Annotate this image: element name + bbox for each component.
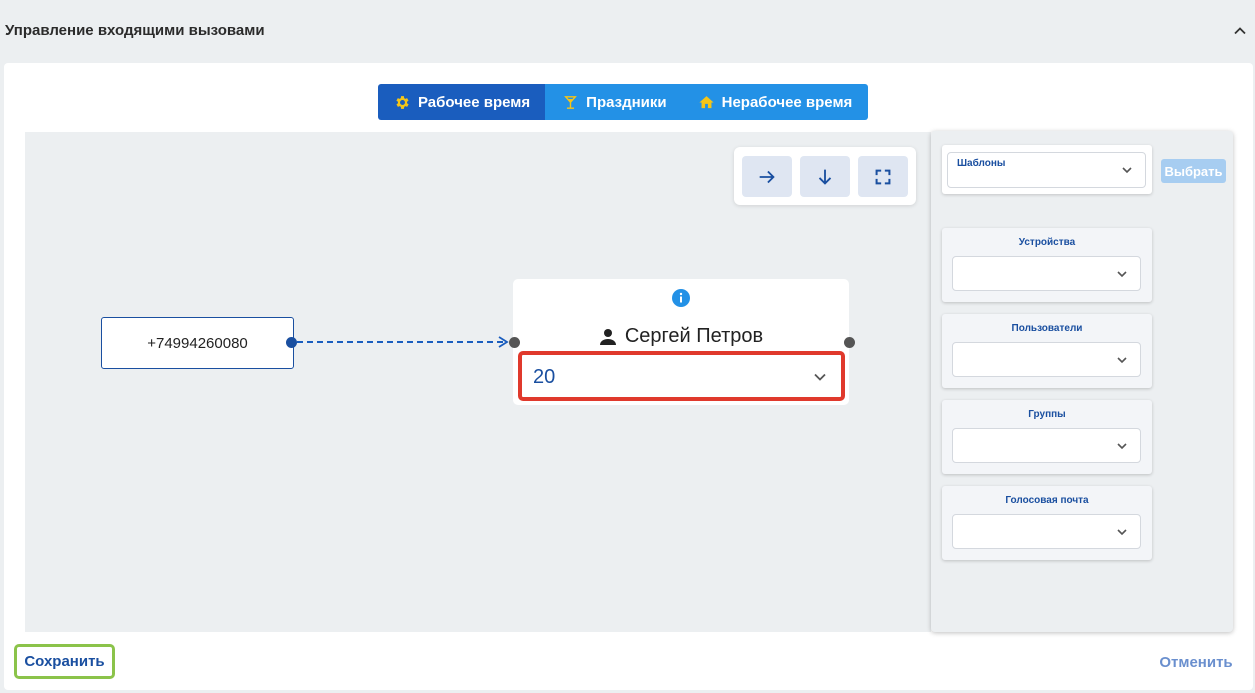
chevron-down-icon [1122, 167, 1132, 174]
chevron-down-icon [1117, 529, 1127, 536]
group-label: Устройства [1018, 237, 1076, 248]
arrow-right-icon [759, 170, 775, 183]
voicemail-select[interactable] [952, 514, 1141, 549]
flow-edge [297, 336, 509, 348]
layout-vertical-button[interactable] [800, 156, 850, 197]
chevron-down-icon [1117, 443, 1127, 450]
section-header: Управление входящими вызовами [0, 0, 1255, 62]
ring-time-value: 20 [533, 366, 556, 388]
arrow-down-icon [818, 169, 832, 185]
devices-select[interactable] [952, 256, 1141, 291]
save-button[interactable]: Сохранить [14, 644, 115, 679]
user-name: Сергей Петров [624, 325, 764, 347]
node-output-handle[interactable] [844, 337, 855, 348]
chevron-up-icon[interactable] [1233, 24, 1247, 38]
canvas-controls [734, 147, 916, 205]
groups-group: Группы [942, 400, 1152, 474]
chevron-down-icon [814, 373, 826, 381]
fullscreen-icon [875, 169, 891, 184]
chevron-down-icon [1117, 357, 1127, 364]
group-label: Группы [1028, 409, 1066, 420]
cocktail-icon [564, 95, 578, 109]
incoming-number: +74994260080 [147, 334, 248, 352]
tab-work-time[interactable]: Рабочее время [378, 84, 546, 120]
section-title: Управление входящими вызовами [5, 22, 265, 39]
templates-label: Шаблоны [957, 158, 1006, 169]
gear-icon [396, 95, 409, 109]
schedule-tabs: Рабочее время Праздники Нерабочее время [378, 84, 869, 120]
tab-label: Праздники [586, 93, 667, 111]
tab-label: Нерабочее время [721, 93, 853, 111]
node-input-handle[interactable] [509, 337, 520, 348]
user-icon [599, 328, 616, 345]
users-select[interactable] [952, 342, 1141, 377]
home-icon [699, 95, 714, 108]
group-label: Голосовая почта [1005, 495, 1089, 506]
voicemail-group: Голосовая почта [942, 486, 1152, 560]
devices-group: Устройства [942, 228, 1152, 302]
tab-holidays[interactable]: Праздники [545, 84, 683, 120]
templates-select[interactable]: Шаблоны [947, 152, 1146, 188]
ring-time-select[interactable]: 20 [518, 351, 845, 401]
node-output-handle[interactable] [286, 337, 297, 348]
group-label: Пользователи [1011, 323, 1083, 334]
cancel-button[interactable]: Отменить [1150, 650, 1242, 674]
users-group: Пользователи [942, 314, 1152, 388]
fit-view-button[interactable] [858, 156, 908, 197]
user-node[interactable]: Сергей Петров 20 [513, 279, 849, 405]
chevron-down-icon [1117, 271, 1127, 278]
incoming-number-node[interactable]: +74994260080 [101, 317, 294, 369]
layout-horizontal-button[interactable] [742, 156, 792, 197]
tab-non-work-time[interactable]: Нерабочее время [682, 84, 869, 120]
info-icon[interactable] [671, 288, 691, 308]
templates-box: Шаблоны [942, 145, 1152, 194]
tab-label: Рабочее время [418, 93, 531, 111]
choose-template-button[interactable]: Выбрать [1161, 159, 1226, 183]
groups-select[interactable] [952, 428, 1141, 463]
user-node-title: Сергей Петров [513, 325, 849, 348]
